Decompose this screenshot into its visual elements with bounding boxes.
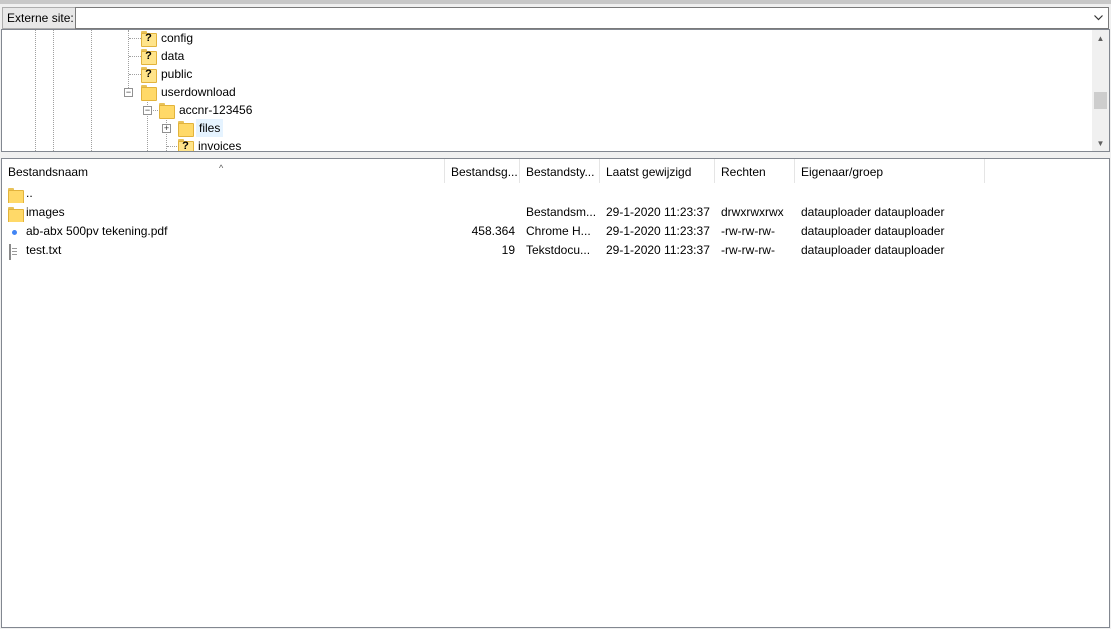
column-header-label: Laatst gewijzigd <box>606 165 692 179</box>
column-header-modified[interactable]: Laatst gewijzigd <box>600 159 715 183</box>
folder-icon <box>7 205 24 222</box>
filename: .. <box>26 186 33 200</box>
tree-branch-line <box>129 38 141 39</box>
modified-date: 29-1-2020 11:23:37 <box>606 243 710 257</box>
filesize <box>445 203 515 222</box>
remote-site-label: Externe site: <box>2 7 79 29</box>
chevron-down-icon <box>1093 15 1103 21</box>
filename: images <box>26 205 65 219</box>
unknown-folder-icon: ? <box>141 30 157 47</box>
column-header-label: Eigenaar/groep <box>801 165 884 179</box>
column-header-label: Rechten <box>721 165 766 179</box>
permissions: -rw-rw-rw- <box>721 243 775 257</box>
column-header-permissions[interactable]: Rechten <box>715 159 795 183</box>
owner-group: datauploader datauploader <box>801 224 945 238</box>
tree-item-userdownload[interactable]: userdownload <box>141 83 238 101</box>
filesize: 19 <box>501 243 515 257</box>
unknown-folder-icon: ? <box>178 138 194 151</box>
remote-file-list[interactable]: ^ Bestandsnaam Bestandsg... Bestandsty..… <box>1 158 1110 628</box>
file-row-pdf[interactable]: ab-abx 500pv tekening.pdf 458.364 Chrome… <box>2 222 1109 241</box>
column-header-filetype[interactable]: Bestandsty... <box>520 159 600 183</box>
tree-item-config[interactable]: ? config <box>141 30 195 47</box>
collapse-toggle[interactable]: − <box>143 106 152 115</box>
permissions: -rw-rw-rw- <box>721 224 775 238</box>
column-header-label: Bestandsnaam <box>8 165 89 179</box>
column-header-label: Bestandsty... <box>526 165 595 179</box>
permissions: drwxrwxrwx <box>721 205 784 219</box>
owner-group: datauploader datauploader <box>801 243 945 257</box>
file-list-header: ^ Bestandsnaam Bestandsg... Bestandsty..… <box>2 159 1109 183</box>
file-row-parent[interactable]: .. <box>2 184 1109 203</box>
tree-item-label: accnr-123456 <box>179 103 253 117</box>
filename-cell: .. <box>7 184 442 203</box>
sort-ascending-icon: ^ <box>219 163 224 173</box>
scroll-thumb[interactable] <box>1094 92 1107 109</box>
column-header-filename[interactable]: ^ Bestandsnaam <box>2 159 445 183</box>
folder-icon <box>141 84 157 101</box>
tree-branch-line <box>129 56 141 57</box>
tree-item-label: files <box>196 119 224 137</box>
modified-date: 29-1-2020 11:23:37 <box>606 205 710 219</box>
remote-directory-tree[interactable]: ? config ? data ? public − userdownload … <box>1 29 1110 152</box>
text-file-icon <box>7 243 23 260</box>
modified-date: 29-1-2020 11:23:37 <box>606 224 710 238</box>
remote-site-bar: Externe site: <box>0 0 1111 30</box>
owner-group: datauploader datauploader <box>801 205 945 219</box>
folder-icon <box>7 186 24 203</box>
tree-guide-line <box>91 30 92 151</box>
unknown-folder-icon: ? <box>141 48 157 65</box>
filename: ab-abx 500pv tekening.pdf <box>26 224 168 238</box>
tree-item-label: config <box>161 31 194 45</box>
tree-item-label: public <box>161 67 193 81</box>
filetype: Bestandsm... <box>526 205 596 219</box>
scroll-up-arrow-icon[interactable]: ▲ <box>1092 30 1109 46</box>
tree-item-files[interactable]: files <box>178 119 224 137</box>
folder-icon <box>159 102 175 119</box>
tree-scrollbar[interactable]: ▲ ▼ <box>1092 30 1109 151</box>
filename-cell: images <box>7 203 442 222</box>
filename-cell: test.txt <box>7 241 442 260</box>
collapse-toggle[interactable]: − <box>124 88 133 97</box>
tree-guide-line <box>53 30 54 151</box>
column-header-filesize[interactable]: Bestandsg... <box>445 159 520 183</box>
chrome-icon <box>7 224 23 240</box>
filename-cell: ab-abx 500pv tekening.pdf <box>7 222 442 241</box>
remote-site-input[interactable] <box>75 7 1109 29</box>
file-row-images[interactable]: images Bestandsm... 29-1-2020 11:23:37 d… <box>2 203 1109 222</box>
file-row-txt[interactable]: test.txt 19 Tekstdocu... 29-1-2020 11:23… <box>2 241 1109 260</box>
filename: test.txt <box>26 243 62 257</box>
dropdown-button[interactable] <box>1089 8 1107 28</box>
unknown-folder-icon: ? <box>141 66 157 83</box>
tree-item-label: invoices <box>198 139 242 152</box>
tree-item-label: userdownload <box>161 85 236 99</box>
tree-branch-line <box>129 74 141 75</box>
scroll-down-arrow-icon[interactable]: ▼ <box>1092 135 1109 151</box>
expand-toggle[interactable]: + <box>162 124 171 133</box>
column-header-owner[interactable]: Eigenaar/groep <box>795 159 985 183</box>
folder-icon <box>178 120 194 137</box>
filesize: 458.364 <box>471 224 515 238</box>
tree-item-label: data <box>161 49 185 63</box>
tree-item-data[interactable]: ? data <box>141 47 186 65</box>
tree-item-invoices[interactable]: ? invoices <box>178 137 243 152</box>
tree-item-public[interactable]: ? public <box>141 65 194 83</box>
tree-guide-line <box>35 30 36 151</box>
filetype: Chrome H... <box>526 224 591 238</box>
column-header-label: Bestandsg... <box>451 165 518 179</box>
filetype: Tekstdocu... <box>526 243 591 257</box>
tree-item-accnr[interactable]: accnr-123456 <box>159 101 254 119</box>
